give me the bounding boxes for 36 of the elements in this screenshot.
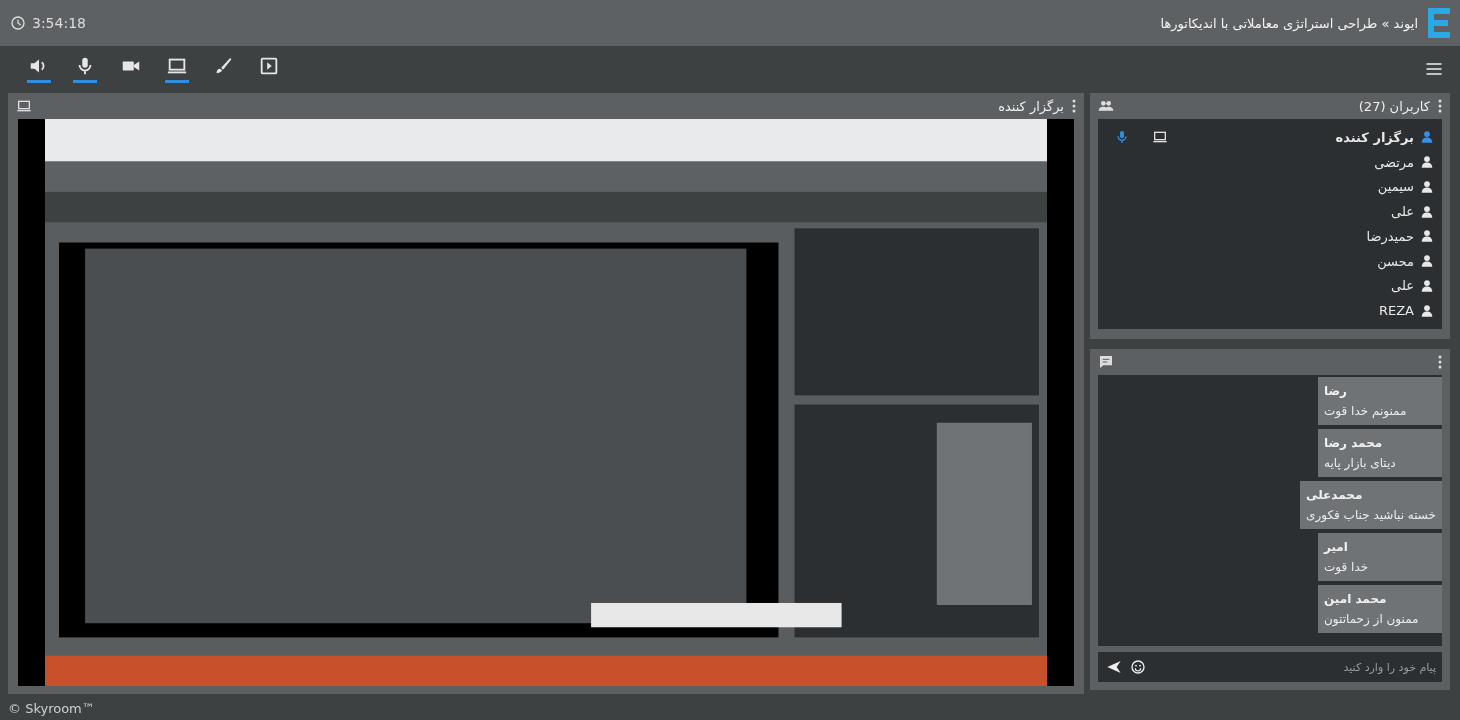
more-icon[interactable] — [1072, 99, 1076, 113]
message-text: ممنون از زحماتتون — [1324, 612, 1419, 626]
user-name[interactable]: سیمین — [1377, 179, 1414, 195]
session-timer: 3:54:18 — [32, 15, 86, 31]
page-title: ایوند » طراحی استراتژی معاملاتی با اندیکاتورها — [1160, 15, 1418, 31]
user-name[interactable]: مرتضی — [1374, 154, 1414, 170]
sender-name: محمد رضا — [1324, 436, 1383, 450]
message-text: دیتای بازار پایه — [1324, 456, 1396, 470]
clock-icon — [10, 15, 26, 31]
emoji-icon — [1130, 659, 1146, 675]
users-icon — [1098, 98, 1114, 114]
sender-name: محمدعلی — [1306, 488, 1363, 502]
user-name[interactable]: حمیدرضا — [1366, 228, 1414, 244]
sender-name: رضا — [1324, 384, 1347, 398]
more-icon[interactable] — [1438, 355, 1442, 369]
panel-title: برگزار کننده — [998, 98, 1064, 114]
laptop-icon — [16, 98, 32, 114]
logo-icon — [1428, 8, 1450, 38]
message-text: خسته نباشید جناب فکوری — [1306, 508, 1436, 522]
user-name[interactable]: علی — [1391, 204, 1414, 220]
user-name[interactable]: برگزار کننده — [1335, 129, 1414, 145]
message-text: خدا قوت — [1324, 560, 1369, 574]
sender-name: امیر — [1324, 540, 1348, 554]
user-name[interactable]: محسن — [1377, 253, 1414, 269]
sender-name: محمد امین — [1324, 592, 1387, 606]
more-icon[interactable] — [1438, 99, 1442, 113]
message-text: ممنونم خدا قوت — [1324, 404, 1407, 418]
chat-icon — [1098, 354, 1114, 370]
user-name[interactable]: علی — [1391, 278, 1414, 294]
send-icon — [1106, 659, 1122, 675]
copyright-text: © Skyroom™ — [8, 700, 95, 716]
panel-title: کاربران (27) — [1358, 98, 1430, 114]
send-button[interactable] — [1098, 652, 1122, 682]
microphone-icon — [1114, 129, 1130, 146]
user-name[interactable]: REZA — [1378, 303, 1414, 319]
message-field[interactable]: پیام خود را وارد کنید — [1146, 652, 1442, 682]
